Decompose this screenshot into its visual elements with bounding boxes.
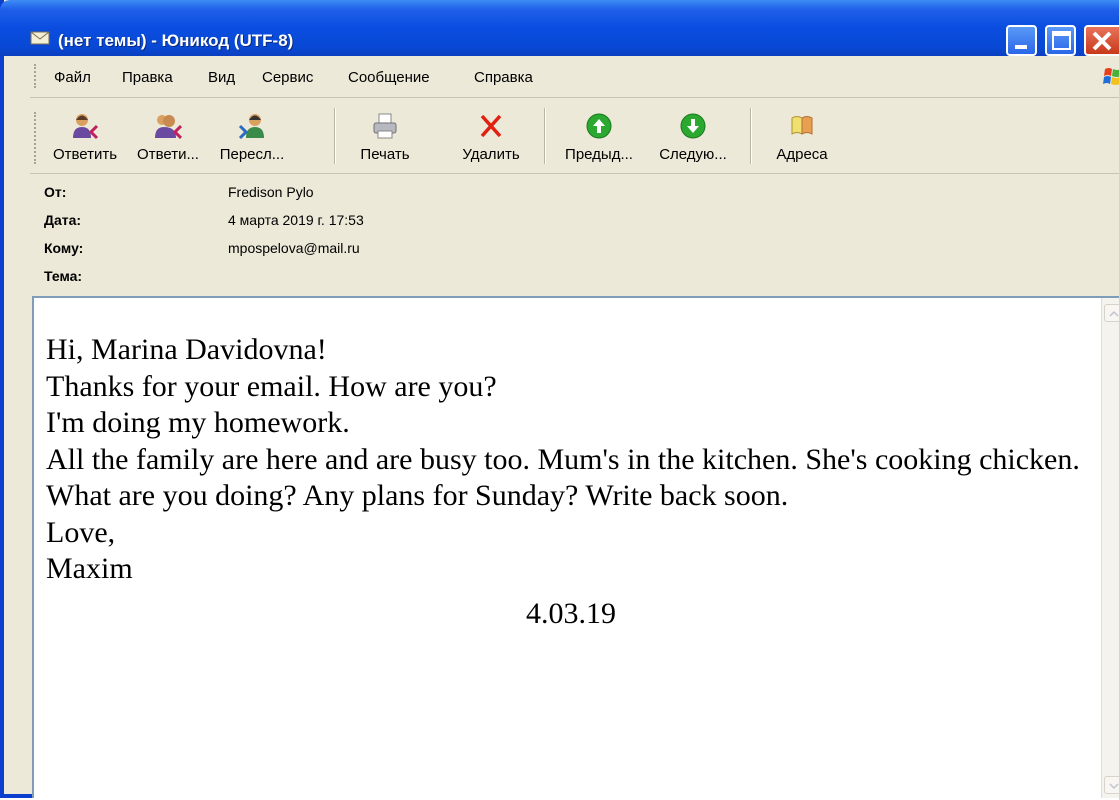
forward-button[interactable]: Пересл... xyxy=(210,98,294,174)
toolbar-separator xyxy=(750,108,752,164)
minimize-icon xyxy=(1015,45,1027,49)
window-title: (нет темы) - Юникод (UTF-8) xyxy=(58,31,294,50)
subject-label: Тема: xyxy=(44,268,83,284)
addresses-button[interactable]: Адреса xyxy=(762,98,842,174)
scroll-up-button[interactable] xyxy=(1104,304,1119,322)
close-icon xyxy=(1092,31,1112,51)
scroll-down-button[interactable] xyxy=(1104,776,1119,794)
toolbar: Ответить Ответи... Пересл... Печать Удал… xyxy=(30,98,1119,174)
forward-icon xyxy=(238,114,264,140)
from-value[interactable]: Fredison Pylo xyxy=(228,184,314,200)
up-arrow-icon xyxy=(586,113,612,139)
to-value[interactable]: mpospelova@mail.ru xyxy=(228,240,360,256)
date-value: 4 марта 2019 г. 17:53 xyxy=(228,212,364,228)
reply-all-icon xyxy=(155,115,182,140)
message-date: 4.03.19 xyxy=(526,596,616,630)
menu-view[interactable]: Вид xyxy=(208,69,235,86)
reply-icon xyxy=(73,114,99,140)
previous-label: Предыд... xyxy=(565,146,633,163)
menu-bar: Файл Правка Вид Сервис Сообщение Справка xyxy=(30,56,1119,98)
reply-label: Ответить xyxy=(52,146,118,163)
maximize-icon xyxy=(1052,31,1071,50)
message-text: Hi, Marina Davidovna! Thanks for your em… xyxy=(46,332,1096,632)
address-book-icon xyxy=(791,116,813,135)
date-label: Дата: xyxy=(44,212,82,228)
minimize-button[interactable] xyxy=(1006,25,1037,56)
previous-button[interactable]: Предыд... xyxy=(554,98,644,174)
message-line: All the family are here and are busy too… xyxy=(46,442,1080,476)
delete-button[interactable]: Удалить xyxy=(450,98,532,174)
addresses-label: Адреса xyxy=(776,146,828,163)
message-line: Love, xyxy=(46,515,116,549)
print-label: Печать xyxy=(360,146,410,163)
menu-message[interactable]: Сообщение xyxy=(348,69,430,86)
toolbar-grip[interactable] xyxy=(34,112,37,164)
toolbar-separator xyxy=(334,108,336,164)
delete-x-icon xyxy=(480,114,502,138)
print-button[interactable]: Печать xyxy=(348,98,422,174)
message-headers: От: Fredison Pylo Дата: 4 марта 2019 г. … xyxy=(30,174,1119,294)
message-line: Hi, Marina Davidovna! xyxy=(46,333,327,366)
reply-all-label: Ответи... xyxy=(137,146,199,163)
delete-label: Удалить xyxy=(462,146,520,163)
from-label: От: xyxy=(44,184,67,200)
mail-window: (нет темы) - Юникод (UTF-8) Файл Правка … xyxy=(0,0,1119,798)
windows-logo-icon xyxy=(1103,68,1119,85)
to-label: Кому: xyxy=(44,240,84,256)
vertical-scrollbar[interactable] xyxy=(1101,298,1119,798)
reply-all-button[interactable]: Ответи... xyxy=(126,98,210,174)
envelope-icon xyxy=(30,31,50,45)
down-arrow-icon xyxy=(680,113,706,139)
maximize-button[interactable] xyxy=(1045,25,1076,56)
reply-button[interactable]: Ответить xyxy=(44,98,126,174)
menu-help[interactable]: Справка xyxy=(474,69,533,86)
next-button[interactable]: Следую... xyxy=(648,98,738,174)
menu-grip[interactable] xyxy=(34,64,37,88)
toolbar-separator xyxy=(544,108,546,164)
forward-label: Пересл... xyxy=(219,146,285,163)
message-line: Maxim xyxy=(46,552,133,585)
close-button[interactable] xyxy=(1084,25,1119,56)
message-line: I'm doing my homework. xyxy=(46,406,350,439)
message-body[interactable]: Hi, Marina Davidovna! Thanks for your em… xyxy=(32,296,1119,798)
menu-file[interactable]: Файл xyxy=(54,69,91,86)
menu-edit[interactable]: Правка xyxy=(122,69,173,86)
message-line: What are you doing? Any plans for Sunday… xyxy=(46,479,789,512)
menu-tools[interactable]: Сервис xyxy=(262,69,313,86)
next-label: Следую... xyxy=(659,146,727,163)
title-bar[interactable]: (нет темы) - Юникод (UTF-8) xyxy=(0,0,1119,56)
scroll-down-icon xyxy=(1109,783,1119,790)
message-line: Thanks for your email. How are you? xyxy=(46,369,497,403)
scroll-up-icon xyxy=(1109,310,1119,317)
printer-icon xyxy=(373,113,397,139)
